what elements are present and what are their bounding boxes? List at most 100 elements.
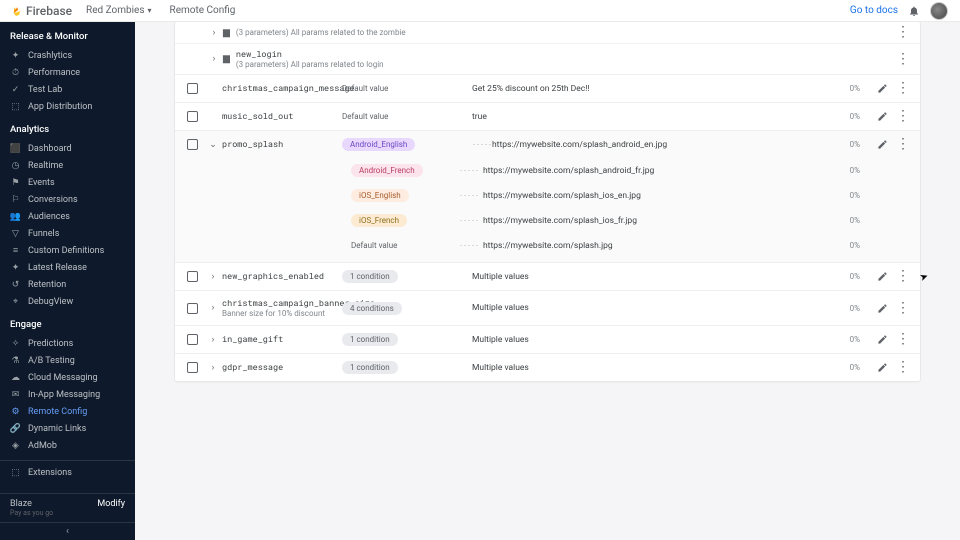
- chevron-right-icon[interactable]: ›: [209, 54, 219, 64]
- collapse-sidebar[interactable]: ‹: [0, 522, 135, 540]
- pencil-icon[interactable]: [877, 139, 888, 150]
- sidebar-item-events[interactable]: ⚑Events: [0, 174, 135, 191]
- config-panel: › ▆ (3 parameters) All params related to…: [175, 22, 920, 381]
- audiences-icon: 👥: [10, 211, 21, 222]
- sidebar-item-testlab[interactable]: ✓Test Lab: [0, 81, 135, 98]
- folder-row[interactable]: › ▆ new_login (3 parameters) All params …: [175, 43, 920, 74]
- chevron-right-icon[interactable]: ›: [208, 272, 218, 282]
- sidebar-item-retention[interactable]: ↺Retention: [0, 276, 135, 293]
- condition-chip: 1 condition: [342, 361, 398, 374]
- chevron-right-icon[interactable]: ›: [208, 303, 218, 313]
- realtime-icon: ◷: [10, 160, 21, 171]
- sidebar-item-audiences[interactable]: 👥Audiences: [0, 208, 135, 225]
- sidebar-item-latestrelease[interactable]: ✦Latest Release: [0, 259, 135, 276]
- sidebar-footer: BlazePay as you go Modify: [0, 493, 135, 522]
- checkbox[interactable]: [187, 83, 198, 94]
- sidebar-item-customdef[interactable]: ≡Custom Definitions: [0, 242, 135, 259]
- condition-chip: Android_English: [342, 138, 415, 151]
- sidebar-item-remoteconfig[interactable]: ⚙Remote Config: [0, 403, 135, 420]
- overflow-icon[interactable]: ⋮: [896, 54, 910, 65]
- checkbox[interactable]: [187, 139, 198, 150]
- conversions-icon: ⚐: [10, 194, 21, 205]
- modify-plan-link[interactable]: Modify: [97, 499, 125, 517]
- sidebar-item-cloudmessaging[interactable]: ☁Cloud Messaging: [0, 369, 135, 386]
- param-row[interactable]: ›christmas_campaign_banner_sizeBanner si…: [175, 290, 920, 325]
- checkbox[interactable]: [187, 111, 198, 122]
- sidebar-item-debugview[interactable]: ⌖DebugView: [0, 293, 135, 310]
- param-name: christmas_campaign_message: [222, 83, 342, 94]
- condition-chip: Android_French: [351, 164, 423, 177]
- param-row-expanded[interactable]: ⌄ promo_splash Android_English https://m…: [175, 130, 920, 158]
- param-name: promo_splash: [222, 139, 342, 150]
- pencil-icon[interactable]: [877, 111, 888, 122]
- param-name: music_sold_out: [222, 111, 342, 122]
- brand-text: Firebase: [26, 4, 72, 18]
- param-subrow: Android_French https://mywebsite.com/spl…: [175, 158, 920, 183]
- go-to-docs-link[interactable]: Go to docs: [850, 5, 898, 16]
- overflow-icon[interactable]: ⋮: [896, 334, 910, 345]
- condition-chip: iOS_English: [351, 189, 409, 202]
- sidebar-item-crashlytics[interactable]: ✦Crashlytics: [0, 47, 135, 64]
- param-row[interactable]: music_sold_out Default value true 0% ⋮: [175, 102, 920, 130]
- project-name: Red Zombies: [86, 5, 144, 16]
- dashboard-icon: ⬛: [10, 143, 21, 154]
- pencil-icon[interactable]: [877, 271, 888, 282]
- chevron-right-icon[interactable]: ›: [209, 28, 219, 38]
- param-row[interactable]: christmas_campaign_message Default value…: [175, 74, 920, 102]
- sidebar-item-predictions[interactable]: ✧Predictions: [0, 335, 135, 352]
- sidebar-item-realtime[interactable]: ◷Realtime: [0, 157, 135, 174]
- checkbox[interactable]: [187, 271, 198, 282]
- param-subrow: iOS_English https://mywebsite.com/splash…: [175, 183, 920, 208]
- checkbox[interactable]: [187, 362, 198, 373]
- project-selector[interactable]: Red Zombies ▾: [86, 5, 151, 16]
- checkbox[interactable]: [187, 334, 198, 345]
- pencil-icon[interactable]: [877, 83, 888, 94]
- overflow-icon[interactable]: ⋮: [896, 83, 910, 94]
- sidebar-item-extensions[interactable]: ⬚Extensions: [0, 460, 135, 481]
- abtest-icon: ⚗: [10, 355, 21, 366]
- inapp-icon: ✉: [10, 389, 21, 400]
- sidebar-item-dynamiclinks[interactable]: 🔗Dynamic Links: [0, 420, 135, 437]
- overflow-icon[interactable]: ⋮: [896, 111, 910, 122]
- param-row[interactable]: ›gdpr_message1 conditionMultiple values0…: [175, 353, 920, 381]
- avatar[interactable]: [930, 2, 948, 20]
- pencil-icon[interactable]: [877, 303, 888, 314]
- param-name: christmas_campaign_banner_size: [222, 298, 342, 309]
- overflow-icon[interactable]: ⋮: [896, 27, 910, 38]
- fetch-pct: 0%: [820, 304, 860, 313]
- plan-sub: Pay as you go: [10, 509, 53, 517]
- sidebar-item-inappmessaging[interactable]: ✉In-App Messaging: [0, 386, 135, 403]
- chevron-down-icon[interactable]: ⌄: [208, 140, 218, 150]
- sidebar-item-appdistribution[interactable]: ⬚App Distribution: [0, 98, 135, 115]
- overflow-icon[interactable]: ⋮: [896, 139, 910, 150]
- bell-icon[interactable]: [908, 5, 920, 17]
- sidebar-item-abtesting[interactable]: ⚗A/B Testing: [0, 352, 135, 369]
- debug-icon: ⌖: [10, 296, 21, 307]
- sidebar-item-dashboard[interactable]: ⬛Dashboard: [0, 140, 135, 157]
- chevron-right-icon[interactable]: ›: [208, 363, 218, 373]
- overflow-icon[interactable]: ⋮: [896, 303, 910, 314]
- pencil-icon[interactable]: [877, 362, 888, 373]
- sidebar-item-admob[interactable]: ◈AdMob: [0, 437, 135, 454]
- sidebar-item-conversions[interactable]: ⚐Conversions: [0, 191, 135, 208]
- pencil-icon[interactable]: [877, 334, 888, 345]
- overflow-icon[interactable]: ⋮: [896, 362, 910, 373]
- firebase-logo[interactable]: Firebase: [12, 4, 72, 18]
- param-value: Multiple values: [472, 363, 820, 373]
- param-row[interactable]: ›new_graphics_enabled1 conditionMultiple…: [175, 262, 920, 290]
- events-icon: ⚑: [10, 177, 21, 188]
- fetch-pct: 0%: [820, 363, 860, 372]
- sidebar-heading-release: Release & Monitor: [0, 22, 135, 47]
- extensions-icon: ⬚: [10, 467, 21, 478]
- condition-chip: 1 condition: [342, 270, 398, 283]
- sidebar-item-performance[interactable]: ⏱Performance: [0, 64, 135, 81]
- distribution-icon: ⬚: [10, 101, 21, 112]
- chevron-right-icon[interactable]: ›: [208, 335, 218, 345]
- testlab-icon: ✓: [10, 84, 21, 95]
- folder-row[interactable]: › ▆ (3 parameters) All params related to…: [175, 22, 920, 43]
- chevron-down-icon: ▾: [148, 6, 152, 15]
- overflow-icon[interactable]: ⋮: [896, 271, 910, 282]
- param-row[interactable]: ›in_game_gift1 conditionMultiple values0…: [175, 325, 920, 353]
- sidebar-item-funnels[interactable]: ▽Funnels: [0, 225, 135, 242]
- checkbox[interactable]: [187, 303, 198, 314]
